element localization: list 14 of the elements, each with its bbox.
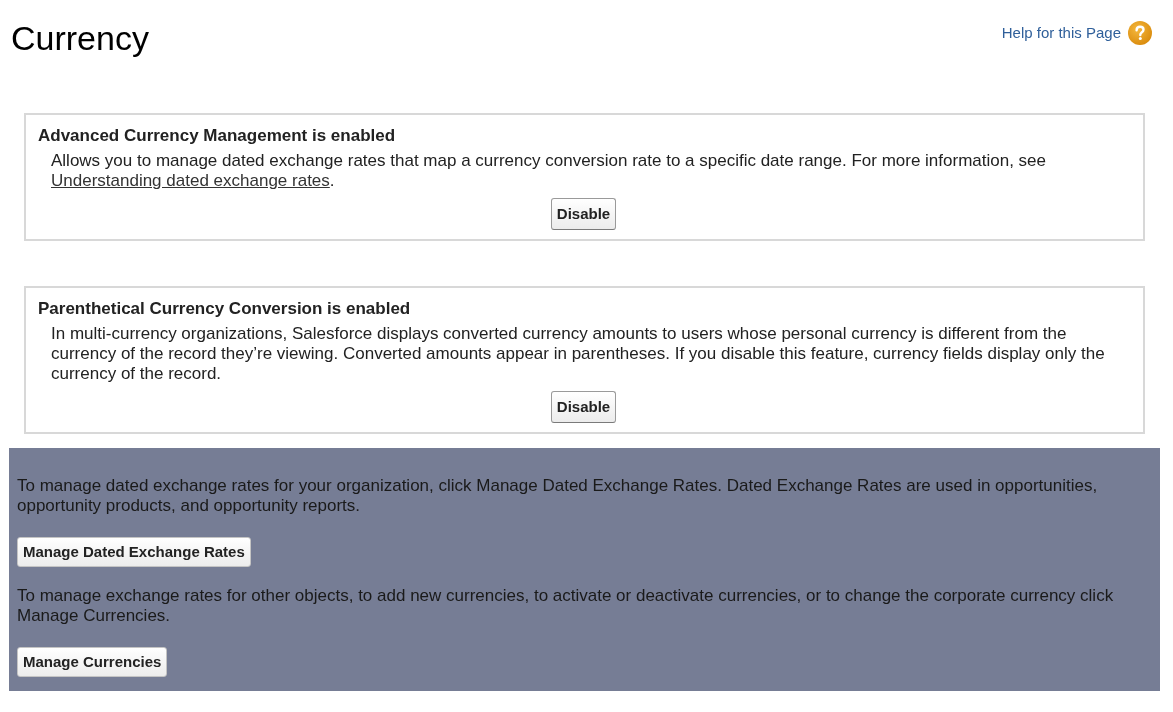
manage-button[interactable]: Manage Dated Exchange Rates [17,537,251,567]
disable-button[interactable]: Disable [550,391,617,423]
manage-button[interactable]: Manage Currencies [17,647,168,677]
page-title: Currency [11,18,149,59]
instruction-text: To manage exchange rates for other objects, to add new currencies, to activate or deactivate currencies, or to change the corporate currency click Manage Currencies. [17,586,1115,626]
instruction-text: To manage dated exchange rates for your organization, click Manage Dated Exchange Rates. Dated Exchange Rates are used in opportunities, opportunity products, and opportunity reports. [17,476,1099,516]
feature-title: Parenthetical Currency Conversion is enabled [38,299,412,319]
help-link[interactable]: Help for this Page [1001,21,1121,45]
feature-title: Advanced Currency Management is enabled [38,126,397,146]
feature-description: In multi-currency organizations, Salesforce displays converted currency amounts to users whose personal currency is different from the currency of the record they’re viewing. Converted amounts appear in parentheses. If you disable this feature, currency fields display only the currency of the record. [51,324,1106,384]
doc-link[interactable]: Understanding dated exchange rates [51,171,330,190]
help-icon[interactable] [1128,21,1152,45]
feature-description: Allows you to manage dated exchange rates that map a currency conversion rate to a specific date range. For more information, see Understanding dated exchange rates. [51,151,1048,191]
disable-button[interactable]: Disable [550,198,617,230]
